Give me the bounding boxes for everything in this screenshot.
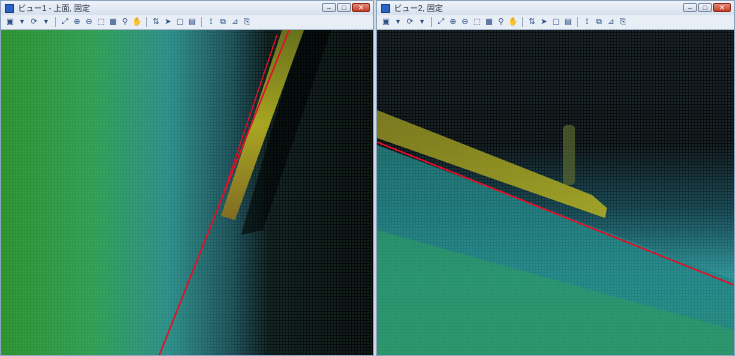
window-icon[interactable]: ⬚ <box>96 17 106 27</box>
zoom-in-icon[interactable]: ⊕ <box>72 17 82 27</box>
maximize-button[interactable]: □ <box>337 3 351 12</box>
app-icon <box>5 3 14 13</box>
view-1-viewport[interactable] <box>1 30 373 355</box>
view-icon[interactable]: ▣ <box>5 17 15 27</box>
select-icon[interactable]: ⇅ <box>527 17 537 27</box>
measure-icon[interactable]: ⊿ <box>230 17 240 27</box>
section-icon[interactable]: ⟟ <box>582 17 592 27</box>
window-icon[interactable]: ⬚ <box>472 17 482 27</box>
zoom-in-icon[interactable]: ⊕ <box>448 17 458 27</box>
view-1-toolbar: ▣ ▾ ⟳ ▾ ⤢ ⊕ ⊖ ⬚ ▦ ⚲ ✋ ⇅ ➤ ▢ ▤ ⟟ ⧉ ⊿ ⎘ <box>1 15 373 30</box>
app-icon <box>381 3 390 13</box>
arrow-icon[interactable]: ➤ <box>539 17 549 27</box>
save-icon[interactable]: ⎘ <box>618 17 628 27</box>
arrow-icon[interactable]: ➤ <box>163 17 173 27</box>
view-1-title: ビュー1 - 上面, 固定 <box>18 3 91 13</box>
maximize-button[interactable]: □ <box>698 3 712 12</box>
pan-icon[interactable]: ✋ <box>132 17 142 27</box>
window2-icon[interactable]: ▤ <box>563 17 573 27</box>
separator <box>55 17 56 27</box>
view-2-toolbar: ▣ ▾ ⟳ ▾ ⤢ ⊕ ⊖ ⬚ ▦ ⚲ ✋ ⇅ ➤ ▢ ▤ ⟟ ⧉ ⊿ ⎘ <box>377 15 734 30</box>
clip-icon[interactable]: ⧉ <box>218 17 228 27</box>
view-2-viewport[interactable] <box>377 30 734 355</box>
frame-icon[interactable]: ▢ <box>551 17 561 27</box>
view-2-window[interactable]: ビュー2, 固定 – □ ✕ ▣ ▾ ⟳ ▾ ⤢ ⊕ ⊖ ⬚ ▦ ⚲ ✋ ⇅ ➤… <box>376 0 735 356</box>
clip-icon[interactable]: ⧉ <box>594 17 604 27</box>
select-icon[interactable]: ⇅ <box>151 17 161 27</box>
grid-icon[interactable]: ▦ <box>484 17 494 27</box>
walk-icon[interactable]: ⚲ <box>120 17 130 27</box>
view-2-titlebar[interactable]: ビュー2, 固定 – □ ✕ <box>377 1 734 15</box>
separator <box>577 17 578 27</box>
section-icon[interactable]: ⟟ <box>206 17 216 27</box>
view-1-titlebar[interactable]: ビュー1 - 上面, 固定 – □ ✕ <box>1 1 373 15</box>
dropdown-icon[interactable]: ▾ <box>41 17 51 27</box>
dropdown-icon[interactable]: ▾ <box>17 17 27 27</box>
minimize-button[interactable]: – <box>322 3 336 12</box>
window2-icon[interactable]: ▤ <box>187 17 197 27</box>
measure-icon[interactable]: ⊿ <box>606 17 616 27</box>
fit-icon[interactable]: ⤢ <box>436 17 446 27</box>
separator <box>201 17 202 27</box>
save-icon[interactable]: ⎘ <box>242 17 252 27</box>
view-1-window[interactable]: ビュー1 - 上面, 固定 – □ ✕ ▣ ▾ ⟳ ▾ ⤢ ⊕ ⊖ ⬚ ▦ ⚲ … <box>0 0 374 356</box>
close-button[interactable]: ✕ <box>713 3 731 12</box>
point-cloud-view-1 <box>1 30 373 355</box>
point-cloud-view-2 <box>377 30 734 355</box>
dropdown-icon[interactable]: ▾ <box>393 17 403 27</box>
separator <box>522 17 523 27</box>
view-2-title: ビュー2, 固定 <box>394 3 443 13</box>
pan-icon[interactable]: ✋ <box>508 17 518 27</box>
minimize-button[interactable]: – <box>683 3 697 12</box>
rotate-icon[interactable]: ⟳ <box>29 17 39 27</box>
rotate-icon[interactable]: ⟳ <box>405 17 415 27</box>
view-icon[interactable]: ▣ <box>381 17 391 27</box>
separator <box>431 17 432 27</box>
zoom-out-icon[interactable]: ⊖ <box>460 17 470 27</box>
dropdown-icon[interactable]: ▾ <box>417 17 427 27</box>
separator <box>146 17 147 27</box>
walk-icon[interactable]: ⚲ <box>496 17 506 27</box>
grid-icon[interactable]: ▦ <box>108 17 118 27</box>
zoom-out-icon[interactable]: ⊖ <box>84 17 94 27</box>
fit-icon[interactable]: ⤢ <box>60 17 70 27</box>
close-button[interactable]: ✕ <box>352 3 370 12</box>
frame-icon[interactable]: ▢ <box>175 17 185 27</box>
